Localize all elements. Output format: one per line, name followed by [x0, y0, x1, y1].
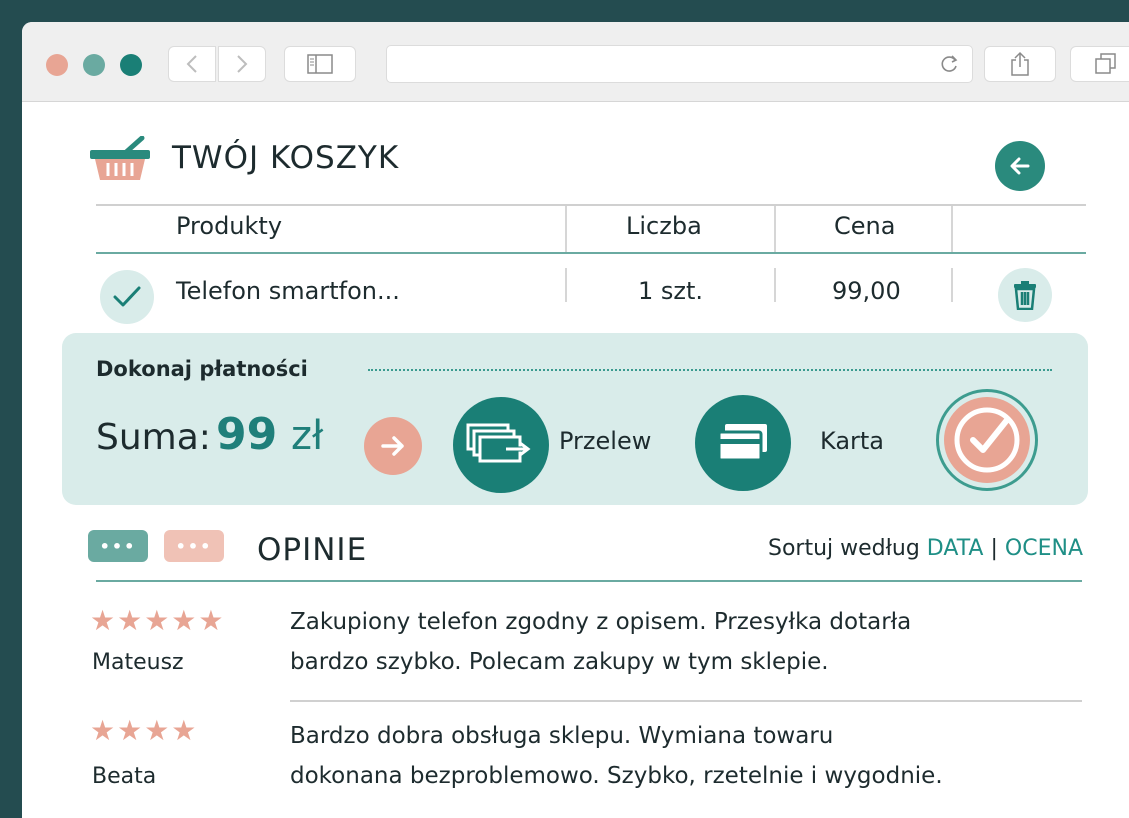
review-text-line: Zakupiony telefon zgodny z opisem. Przes… — [290, 609, 912, 635]
browser-window: TWÓJ KOSZYK Produkty Liczba Cena Telefon… — [22, 22, 1129, 818]
sidebar-icon — [307, 54, 333, 74]
browser-toolbar — [22, 22, 1129, 102]
credit-card-icon — [717, 424, 767, 462]
proceed-button[interactable] — [364, 417, 422, 475]
review-author: Mateusz — [92, 650, 184, 675]
cart-item-name[interactable]: Telefon smartfon... — [176, 277, 400, 305]
basket-icon — [90, 136, 150, 180]
sort-separator: | — [990, 536, 998, 561]
sort-by-date-link[interactable]: DATA — [927, 536, 984, 561]
back-button[interactable] — [168, 46, 216, 82]
arrow-left-icon — [1010, 157, 1030, 175]
review-divider — [290, 700, 1082, 702]
delete-item-button[interactable] — [998, 268, 1052, 322]
column-divider — [774, 206, 776, 252]
table-header-divider — [96, 252, 1086, 254]
reviews-title: OPINIE — [257, 532, 368, 568]
forward-icon — [237, 55, 248, 73]
checkmark-icon — [113, 286, 141, 307]
column-divider — [565, 268, 567, 302]
transfer-method-label[interactable]: Przelew — [559, 427, 651, 455]
sum-label: Suma: — [96, 417, 211, 458]
sum-value: 99 — [216, 409, 278, 460]
sort-control: Sortuj według DATA | OCENA — [768, 536, 1083, 561]
share-icon — [1011, 51, 1029, 76]
review-author: Beata — [92, 764, 157, 789]
cart-item-qty[interactable]: 1 szt. — [638, 277, 703, 305]
transfer-method-button[interactable] — [453, 397, 549, 493]
dotted-divider — [368, 369, 1052, 371]
review-text: Bardzo dobra obsługa sklepu. Wymiana tow… — [290, 716, 1090, 796]
reload-icon[interactable] — [938, 53, 960, 75]
payment-title: Dokonaj płatności — [96, 357, 308, 381]
cart-item-price: 99,00 — [832, 277, 901, 305]
sort-label: Sortuj według — [767, 536, 920, 561]
column-divider — [774, 268, 776, 302]
forward-button[interactable] — [218, 46, 266, 82]
item-select-checkbox[interactable] — [100, 270, 154, 324]
trash-icon — [1014, 281, 1036, 310]
comment-bubble-icon: ••• — [88, 530, 148, 562]
address-bar[interactable] — [386, 45, 973, 83]
confirm-payment-button[interactable] — [936, 389, 1038, 491]
card-method-label[interactable]: Karta — [820, 427, 884, 455]
card-method-button[interactable] — [695, 395, 791, 491]
reviews-divider — [96, 580, 1082, 582]
review-text-line: dokonana bezproblemowo. Szybko, rzetelni… — [290, 763, 943, 789]
sidebar-button[interactable] — [284, 46, 356, 82]
back-icon — [186, 55, 197, 73]
column-header-price[interactable]: Cena — [834, 212, 895, 240]
column-divider — [951, 206, 953, 252]
comment-bubble-icon: ••• — [164, 530, 224, 562]
payment-panel: Dokonaj płatności Suma: 99 zł Przelew Ka… — [62, 333, 1088, 505]
minimize-window-button[interactable] — [83, 54, 105, 76]
column-header-qty[interactable]: Liczba — [626, 212, 702, 240]
back-arrow-button[interactable] — [995, 141, 1045, 191]
review-text-line: Bardzo dobra obsługa sklepu. Wymiana tow… — [290, 723, 834, 749]
review-text: Zakupiony telefon zgodny z opisem. Przes… — [290, 602, 1090, 682]
tabs-button[interactable] — [1070, 46, 1129, 82]
check-icon — [954, 407, 1020, 473]
arrow-right-icon — [381, 436, 404, 456]
confirm-inner — [944, 397, 1030, 483]
cart-title: TWÓJ KOSZYK — [172, 140, 400, 176]
sort-by-rating-link[interactable]: OCENA — [1005, 536, 1083, 561]
table-top-divider — [96, 204, 1086, 206]
star-rating: ★★★★ — [90, 714, 199, 747]
bank-transfer-icon — [466, 423, 531, 463]
column-header-product[interactable]: Produkty — [176, 212, 282, 240]
column-divider — [951, 268, 953, 302]
share-button[interactable] — [984, 46, 1056, 82]
star-rating: ★★★★★ — [90, 604, 226, 637]
review-text-line: bardzo szybko. Polecam zakupy w tym skle… — [290, 649, 829, 675]
close-window-button[interactable] — [46, 54, 68, 76]
sum-currency: zł — [291, 413, 324, 459]
column-divider — [565, 206, 567, 252]
tabs-icon — [1095, 53, 1116, 74]
maximize-window-button[interactable] — [120, 54, 142, 76]
